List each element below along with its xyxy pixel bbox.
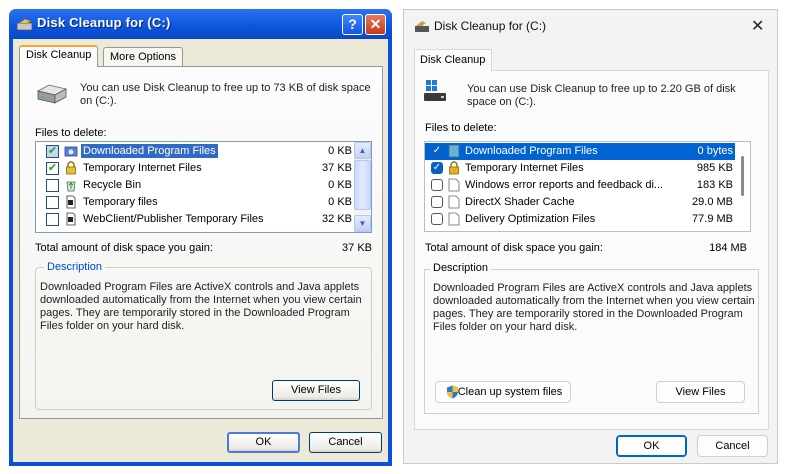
xp-description-text: Downloaded Program Files are ActiveX con…	[40, 281, 362, 332]
xp-files-listbox[interactable]: ✔ Downloaded Program Files 0 KB ✔ Tempor…	[35, 141, 372, 233]
checkbox[interactable]: ✓	[431, 145, 443, 157]
disk-cleanup-icon	[415, 21, 429, 32]
xp-help-button[interactable]: ?	[342, 14, 363, 35]
xp-client-area: Disk Cleanup More Options You can use Di…	[13, 39, 388, 462]
file-size: 32 KB	[322, 213, 352, 225]
file-size: 29.0 MB	[692, 196, 733, 208]
list-item[interactable]: Temporary files 0 KB	[36, 194, 356, 211]
checkbox[interactable]	[46, 196, 59, 209]
file-name: Windows error reports and feedback di...	[465, 179, 664, 191]
list-item[interactable]: DirectX Shader Cache 29.0 MB	[425, 194, 735, 211]
checkbox[interactable]: ✔	[46, 162, 59, 175]
file-name: Downloaded Program Files	[81, 144, 218, 158]
xp-list-scrollbar[interactable]: ▲ ▼	[354, 142, 371, 232]
file-name: Downloaded Program Files	[465, 145, 598, 157]
w11-cleanup-system-files-label: Clean up system files	[457, 386, 563, 398]
w11-view-files-button[interactable]: View Files	[656, 381, 745, 403]
disk-cleanup-icon	[16, 18, 33, 31]
lock-icon	[66, 161, 76, 175]
list-item[interactable]: WebClient/Publisher Temporary Files 32 K…	[36, 211, 356, 228]
w11-total-value: 184 MB	[709, 242, 747, 254]
xp-tab-more-options[interactable]: More Options	[103, 47, 184, 67]
w11-disk-cleanup-dialog: Disk Cleanup for (C:) ✕ Disk Cleanup You…	[403, 9, 778, 464]
w11-cancel-button[interactable]: Cancel	[697, 435, 768, 457]
w11-list-scrollbar[interactable]	[741, 156, 744, 196]
list-item[interactable]: ✓ Temporary Internet Files 985 KB	[425, 160, 735, 177]
w11-files-to-delete-label: Files to delete:	[425, 122, 497, 134]
xp-disk-cleanup-dialog: Disk Cleanup for (C:) ? ✕ Disk Cleanup M…	[9, 9, 392, 466]
checkbox[interactable]: ✔	[46, 145, 59, 158]
list-item[interactable]: Windows error reports and feedback di...…	[425, 177, 735, 194]
hard-drive-icon	[424, 80, 446, 101]
file-size: 0 KB	[328, 196, 352, 208]
list-item[interactable]: Recycle Bin 0 KB	[36, 177, 356, 194]
checkbox[interactable]	[431, 179, 443, 191]
recycle-bin-icon	[66, 181, 76, 192]
file-size: 0 KB	[328, 179, 352, 191]
list-item[interactable]: Delivery Optimization Files 77.9 MB	[425, 211, 735, 228]
file-icon	[448, 195, 460, 209]
w11-close-button[interactable]: ✕	[751, 16, 764, 36]
xp-tab-disk-cleanup[interactable]: Disk Cleanup	[19, 45, 99, 67]
file-name: Temporary files	[83, 196, 158, 208]
w11-window-title: Disk Cleanup for (C:)	[434, 19, 547, 33]
scroll-thumb[interactable]	[354, 160, 371, 210]
file-size: 985 KB	[696, 162, 733, 174]
w11-total-label: Total amount of disk space you gain:	[425, 242, 603, 254]
list-item[interactable]: ✔ Downloaded Program Files 0 KB	[36, 143, 356, 160]
file-icon	[448, 212, 460, 226]
xp-tab-panel: You can use Disk Cleanup to free up to 7…	[19, 66, 383, 419]
xp-title-bar[interactable]: Disk Cleanup for (C:) ? ✕	[9, 9, 392, 39]
hard-drive-icon	[36, 84, 68, 104]
w11-ok-button[interactable]: OK	[616, 435, 687, 457]
scroll-down-button[interactable]: ▼	[354, 215, 371, 232]
file-name: Recycle Bin	[83, 179, 142, 191]
xp-close-button[interactable]: ✕	[365, 14, 386, 35]
w11-tab-disk-cleanup[interactable]: Disk Cleanup	[414, 49, 493, 71]
w11-cleanup-system-files-button[interactable]: Clean up system files	[435, 381, 571, 403]
file-size: 77.9 MB	[692, 213, 733, 225]
file-size: 0 KB	[328, 145, 352, 157]
file-size: 183 KB	[696, 179, 733, 191]
file-size: 37 KB	[322, 162, 352, 174]
xp-intro-text: You can use Disk Cleanup to free up to 7…	[80, 82, 371, 107]
file-icon	[66, 195, 76, 209]
file-name: Temporary Internet Files	[465, 162, 584, 174]
file-name: DirectX Shader Cache	[465, 196, 575, 208]
file-icon	[448, 178, 460, 192]
xp-view-files-button[interactable]: View Files	[272, 380, 360, 401]
xp-total-value: 37 KB	[342, 242, 372, 254]
list-item[interactable]: ✓ Downloaded Program Files 0 bytes	[425, 143, 735, 160]
checkbox[interactable]	[46, 213, 59, 226]
w11-description-label: Description	[430, 262, 492, 274]
file-icon	[66, 212, 76, 226]
xp-total-label: Total amount of disk space you gain:	[35, 242, 213, 254]
checkbox[interactable]	[46, 179, 59, 192]
checkbox[interactable]: ✓	[431, 162, 443, 174]
w11-description-text: Downloaded Program Files are ActiveX con…	[433, 282, 755, 333]
shield-icon	[447, 385, 458, 399]
lock-icon	[449, 161, 459, 175]
checkbox[interactable]	[431, 213, 443, 225]
xp-cancel-button[interactable]: Cancel	[309, 432, 382, 453]
xp-window-title: Disk Cleanup for (C:)	[37, 15, 171, 30]
folder-icon	[64, 146, 78, 157]
w11-files-listbox[interactable]: ✓ Downloaded Program Files 0 bytes ✓ Tem…	[424, 141, 751, 232]
file-name: Temporary Internet Files	[83, 162, 202, 174]
checkbox[interactable]	[431, 196, 443, 208]
xp-files-to-delete-label: Files to delete:	[35, 127, 107, 139]
file-size: 0 bytes	[697, 145, 733, 157]
list-item[interactable]: ✔ Temporary Internet Files 37 KB	[36, 160, 356, 177]
file-name: Delivery Optimization Files	[465, 213, 596, 225]
folder-icon	[448, 144, 460, 158]
xp-description-label: Description	[44, 261, 106, 273]
xp-ok-button[interactable]: OK	[227, 432, 300, 453]
w11-intro-text: You can use Disk Cleanup to free up to 2…	[467, 83, 736, 108]
scroll-up-button[interactable]: ▲	[354, 142, 371, 159]
file-name: WebClient/Publisher Temporary Files	[83, 213, 264, 225]
